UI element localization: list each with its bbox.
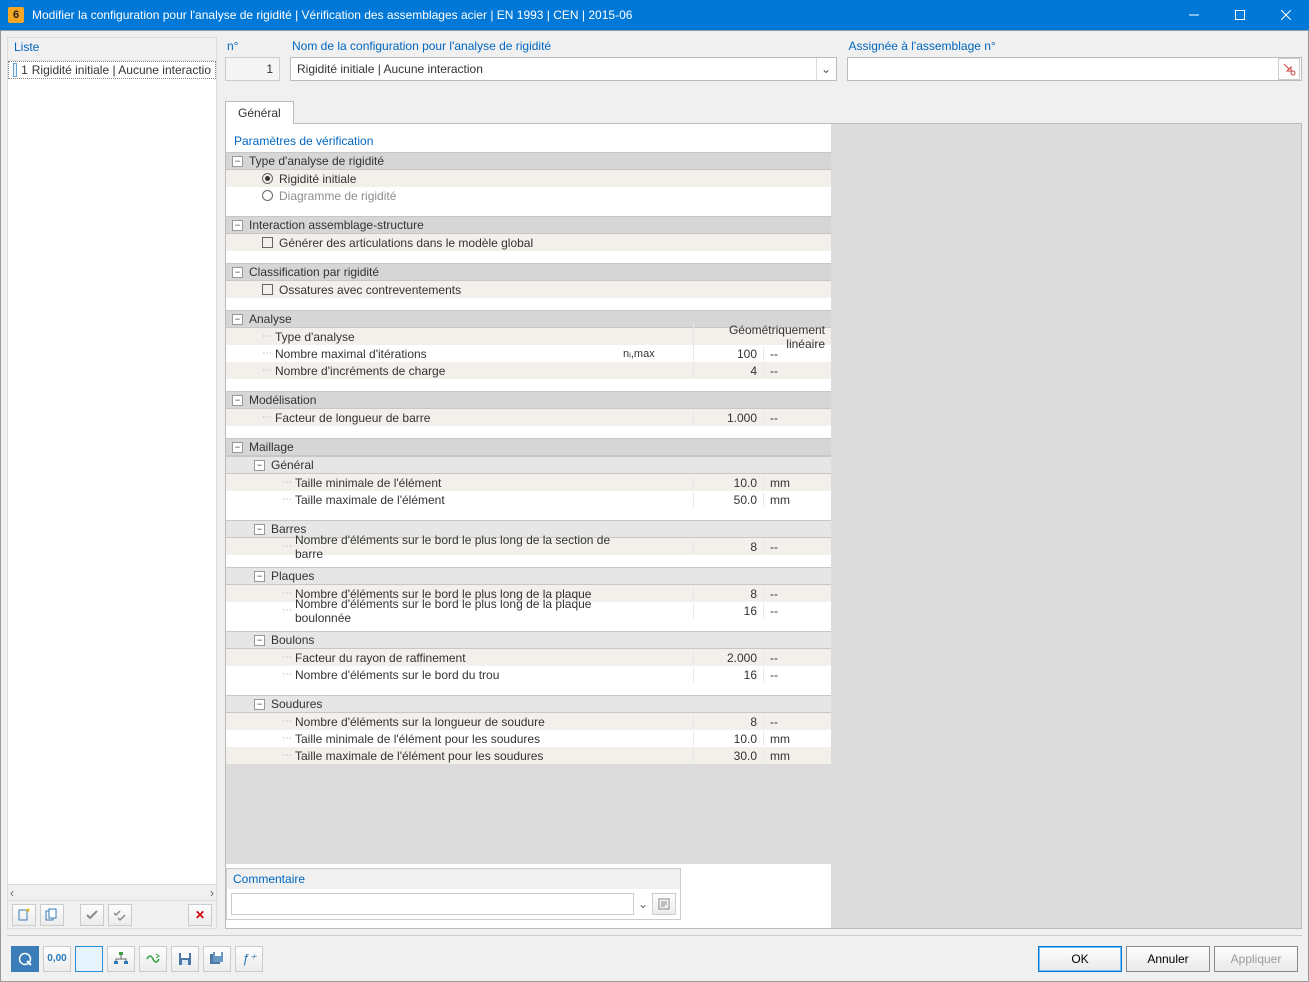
preview-panel: [831, 124, 1301, 928]
group-mesh-bolts[interactable]: − Boulons: [226, 631, 831, 649]
footer-saveall-button[interactable]: [203, 946, 231, 972]
app-icon: 6: [8, 7, 24, 23]
name-combobox[interactable]: Rigidité initiale | Aucune interaction ⌄: [290, 57, 837, 81]
footer-tree-button[interactable]: [107, 946, 135, 972]
footer-help-button[interactable]: [11, 946, 39, 972]
collapse-icon[interactable]: −: [232, 267, 243, 278]
scroll-left-icon[interactable]: ‹: [10, 886, 14, 900]
row-bar-length-factor[interactable]: ⋯ Facteur de longueur de barre 1.000 --: [226, 409, 831, 426]
group-interaction[interactable]: − Interaction assemblage-structure: [226, 216, 831, 234]
row-max-iterations[interactable]: ⋯ Nombre maximal d'itérations nᵢ,max 100…: [226, 345, 831, 362]
row-bolt-refinement-factor[interactable]: ⋯ Facteur du rayon de raffinement 2.000 …: [226, 649, 831, 666]
radio-initial-rigidity[interactable]: [262, 173, 273, 184]
toolbar-checkall-button[interactable]: [108, 904, 132, 926]
group-modeling[interactable]: − Modélisation: [226, 391, 831, 409]
row-weld-elem-max-size[interactable]: ⋯ Taille maximale de l'élément pour les …: [226, 747, 831, 764]
apply-button[interactable]: Appliquer: [1214, 946, 1298, 972]
list-toolbar: ✕: [8, 900, 216, 928]
window-title: Modifier la configuration pour l'analyse…: [32, 8, 1171, 22]
assign-input[interactable]: [847, 57, 1302, 81]
row-elem-min-size[interactable]: ⋯ Taille minimale de l'élément 10.0 mm: [226, 474, 831, 491]
collapse-icon[interactable]: −: [254, 460, 265, 471]
footer-blank-button[interactable]: [75, 946, 103, 972]
window-maximize-button[interactable]: [1217, 0, 1263, 30]
row-bar-edge-elements[interactable]: ⋯ Nombre d'éléments sur le bord le plus …: [226, 538, 831, 555]
group-mesh-welds[interactable]: − Soudures: [226, 695, 831, 713]
collapse-icon[interactable]: −: [254, 699, 265, 710]
collapse-icon[interactable]: −: [254, 571, 265, 582]
list-item-number: 1: [21, 63, 28, 77]
titlebar: 6 Modifier la configuration pour l'analy…: [0, 0, 1309, 30]
pick-assembly-button[interactable]: [1278, 58, 1300, 80]
comment-input[interactable]: [231, 893, 634, 915]
row-weld-length-elements[interactable]: ⋯ Nombre d'éléments sur la longueur de s…: [226, 713, 831, 730]
list-pane: Liste 1 Rigidité initiale | Aucune inter…: [7, 37, 217, 929]
chevron-down-icon[interactable]: ⌄: [638, 897, 648, 911]
comment-edit-button[interactable]: [652, 893, 676, 915]
comment-box: Commentaire ⌄: [226, 868, 681, 920]
list-item-icon: [13, 63, 17, 77]
radio-rigidity-diagram[interactable]: [262, 190, 273, 201]
row-braced-frames[interactable]: Ossatures avec contreventements: [226, 281, 831, 298]
group-mesh[interactable]: − Maillage: [226, 438, 831, 456]
toolbar-copy-button[interactable]: [40, 904, 64, 926]
number-input[interactable]: [225, 57, 280, 81]
collapse-icon[interactable]: −: [254, 524, 265, 535]
assign-field: Assignée à l'assemblage n°: [847, 37, 1302, 91]
toolbar-new-button[interactable]: [12, 904, 36, 926]
group-mesh-plates[interactable]: − Plaques: [226, 567, 831, 585]
collapse-icon[interactable]: −: [254, 635, 265, 646]
name-value: Rigidité initiale | Aucune interaction: [291, 62, 816, 76]
section-title: Paramètres de vérification: [226, 130, 831, 152]
list-item-label: Rigidité initiale | Aucune interactio: [32, 63, 211, 77]
checkbox-braced-frames[interactable]: [262, 284, 273, 295]
group-classification[interactable]: − Classification par rigidité: [226, 263, 831, 281]
row-weld-elem-min-size[interactable]: ⋯ Taille minimale de l'élément pour les …: [226, 730, 831, 747]
parameters-panel: Paramètres de vérification − Type d'anal…: [226, 124, 831, 928]
tab-general[interactable]: Général: [225, 101, 294, 124]
row-generate-hinges[interactable]: Générer des articulations dans le modèle…: [226, 234, 831, 251]
row-initial-rigidity[interactable]: Rigidité initiale: [226, 170, 831, 187]
row-hole-edge-elements[interactable]: ⋯ Nombre d'éléments sur le bord du trou …: [226, 666, 831, 683]
chevron-down-icon[interactable]: ⌄: [816, 58, 836, 80]
scroll-right-icon[interactable]: ›: [210, 886, 214, 900]
footer-save-button[interactable]: [171, 946, 199, 972]
list-body[interactable]: 1 Rigidité initiale | Aucune interactio: [8, 61, 216, 884]
group-mesh-general[interactable]: − Général: [226, 456, 831, 474]
number-field: n°: [225, 37, 280, 91]
row-rigidity-diagram[interactable]: Diagramme de rigidité: [226, 187, 831, 204]
ok-button[interactable]: OK: [1038, 946, 1122, 972]
footer-units-button[interactable]: 0,00: [43, 946, 71, 972]
cancel-button[interactable]: Annuler: [1126, 946, 1210, 972]
dialog-footer: 0,00 ƒ⁺ OK Annuler Appliquer: [7, 935, 1302, 975]
row-bolted-plate-edge-elements[interactable]: ⋯ Nombre d'éléments sur le bord le plus …: [226, 602, 831, 619]
name-field: Nom de la configuration pour l'analyse d…: [290, 37, 837, 91]
list-item[interactable]: 1 Rigidité initiale | Aucune interactio: [8, 61, 216, 79]
toolbar-delete-button[interactable]: ✕: [188, 904, 212, 926]
footer-calc-button[interactable]: [139, 946, 167, 972]
collapse-icon[interactable]: −: [232, 220, 243, 231]
window-minimize-button[interactable]: [1171, 0, 1217, 30]
group-type-analysis[interactable]: − Type d'analyse de rigidité: [226, 152, 831, 170]
assign-label: Assignée à l'assemblage n°: [847, 37, 1302, 57]
comment-label: Commentaire: [227, 869, 680, 889]
number-label: n°: [225, 37, 280, 57]
collapse-icon[interactable]: −: [232, 395, 243, 406]
list-heading: Liste: [8, 38, 216, 61]
row-analysis-type[interactable]: ⋯ Type d'analyse Géométriquement linéair…: [226, 328, 831, 345]
footer-script-button[interactable]: ƒ⁺: [235, 946, 263, 972]
window-close-button[interactable]: [1263, 0, 1309, 30]
collapse-icon[interactable]: −: [232, 156, 243, 167]
collapse-icon[interactable]: −: [232, 442, 243, 453]
row-elem-max-size[interactable]: ⋯ Taille maximale de l'élément 50.0 mm: [226, 491, 831, 508]
list-horizontal-scrollbar[interactable]: ‹ ›: [8, 884, 216, 900]
name-label: Nom de la configuration pour l'analyse d…: [290, 37, 837, 57]
collapse-icon[interactable]: −: [232, 314, 243, 325]
checkbox-generate-hinges[interactable]: [262, 237, 273, 248]
toolbar-check-button[interactable]: [80, 904, 104, 926]
tab-strip: Général: [225, 99, 1302, 123]
row-load-increments[interactable]: ⋯ Nombre d'incréments de charge 4 --: [226, 362, 831, 379]
